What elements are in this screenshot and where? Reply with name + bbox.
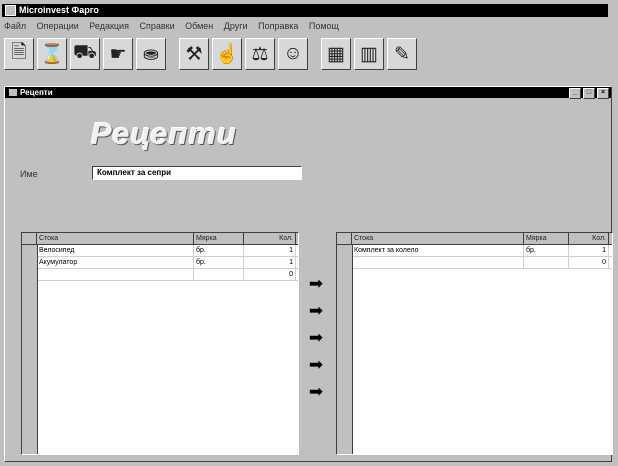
menu-exchange[interactable]: Обмен xyxy=(185,21,213,31)
cell-unit[interactable]: бр. xyxy=(524,245,569,256)
row-indicator-gutter xyxy=(337,245,353,454)
document-icon[interactable]: 🗎 xyxy=(4,38,34,70)
page-title: Рецепти xyxy=(91,116,238,151)
table-row[interactable]: Велосипед бр. 1 xyxy=(22,245,298,257)
recipes-window: Рецепти _ □ × Рецепти Име Комплект за се… xyxy=(4,86,613,462)
inventory-icon[interactable]: ⚖ xyxy=(245,38,275,70)
column-header-unit[interactable]: Мярка xyxy=(524,233,569,244)
app-icon xyxy=(5,5,16,16)
table-row[interactable]: 0 xyxy=(22,269,298,281)
ingredients-grid[interactable]: Стока Мярка Кол. Велосипед бр. 1 ✎ Акуму… xyxy=(21,232,299,455)
minimize-button[interactable]: _ xyxy=(569,88,581,99)
cell-qty[interactable]: 0 xyxy=(244,269,296,280)
menu-bar: Файл Операции Редакция Справки Обмен Дру… xyxy=(4,19,608,33)
product-grid-header: Стока Мярка Кол. xyxy=(337,233,612,245)
ingredients-grid-header: Стока Мярка Кол. xyxy=(22,233,298,245)
arrow-right-icon[interactable]: ➡ xyxy=(307,383,325,401)
table-row[interactable]: 0 xyxy=(337,257,612,269)
cell-stock[interactable]: Велосипед xyxy=(37,245,194,256)
cell-qty[interactable]: 1 xyxy=(244,245,296,256)
menu-other[interactable]: Други xyxy=(224,21,248,31)
cell-stock[interactable]: Комплект за колело xyxy=(352,245,524,256)
menu-file[interactable]: Файл xyxy=(4,21,26,31)
app-title: Microinvest Фарго xyxy=(19,5,99,15)
arrow-right-icon[interactable]: ➡ xyxy=(307,302,325,320)
cell-stock[interactable] xyxy=(37,269,194,280)
toolbar: 🗎 ⌛ ⛟ ☛ ⛂ ⚒ ☝ ⚖ ☺ ▦ ▥ ✎ xyxy=(4,35,420,73)
cell-stock[interactable] xyxy=(352,257,524,268)
transfer-icon[interactable]: ☝ xyxy=(212,38,242,70)
hand-icon[interactable]: ☛ xyxy=(103,38,133,70)
window-title: Рецепти xyxy=(20,88,53,97)
delivery-icon[interactable]: ⛟ xyxy=(70,38,100,70)
cell-qty[interactable]: 1 xyxy=(244,257,296,268)
column-header-qty[interactable]: Кол. xyxy=(569,233,609,244)
menu-reports[interactable]: Справки xyxy=(139,21,174,31)
maximize-button[interactable]: □ xyxy=(583,88,595,99)
cell-unit[interactable] xyxy=(194,269,244,280)
menu-edit[interactable]: Редакция xyxy=(89,21,129,31)
report-icon[interactable]: ✎ xyxy=(387,38,417,70)
column-header-stock[interactable]: Стока xyxy=(352,233,524,244)
name-field[interactable]: Комплект за сепри xyxy=(92,166,302,180)
users-icon[interactable]: ☺ xyxy=(278,38,308,70)
column-header-qty[interactable]: Кол. xyxy=(244,233,296,244)
production-icon[interactable]: ⚒ xyxy=(179,38,209,70)
recipes-title-bar[interactable]: Рецепти _ □ × xyxy=(5,87,611,99)
sales-icon[interactable]: ⌛ xyxy=(37,38,67,70)
cell-stock[interactable]: Акумулатор xyxy=(37,257,194,268)
calculator-icon[interactable]: ▦ xyxy=(321,38,351,70)
book-icon[interactable]: ▥ xyxy=(354,38,384,70)
cell-qty[interactable]: 0 xyxy=(569,257,609,268)
app-title-bar: Microinvest Фарго xyxy=(2,4,608,17)
cell-qty[interactable]: 1 xyxy=(569,245,609,256)
name-label: Име xyxy=(20,169,38,179)
column-header-unit[interactable]: Мярка xyxy=(194,233,244,244)
column-header-stock[interactable]: Стока xyxy=(37,233,194,244)
cell-unit[interactable] xyxy=(524,257,569,268)
close-button[interactable]: × xyxy=(597,88,609,99)
transfer-arrows: ➡ ➡ ➡ ➡ ➡ xyxy=(307,275,325,410)
table-row[interactable]: ✎ Акумулатор бр. 1 xyxy=(22,257,298,269)
waste-icon[interactable]: ⛂ xyxy=(136,38,166,70)
arrow-right-icon[interactable]: ➡ xyxy=(307,275,325,293)
menu-help[interactable]: Помощ xyxy=(309,21,339,31)
table-row[interactable]: ✎ Комплект за колело бр. 1 xyxy=(337,245,612,257)
menu-operations[interactable]: Операции xyxy=(37,21,79,31)
product-grid[interactable]: Стока Мярка Кол. ✎ Комплект за колело бр… xyxy=(336,232,613,455)
row-indicator-gutter xyxy=(22,245,38,454)
menu-correction[interactable]: Поправка xyxy=(258,21,298,31)
arrow-right-icon[interactable]: ➡ xyxy=(307,356,325,374)
arrow-right-icon[interactable]: ➡ xyxy=(307,329,325,347)
window-icon xyxy=(9,89,17,96)
cell-unit[interactable]: бр. xyxy=(194,257,244,268)
cell-unit[interactable]: бр. xyxy=(194,245,244,256)
